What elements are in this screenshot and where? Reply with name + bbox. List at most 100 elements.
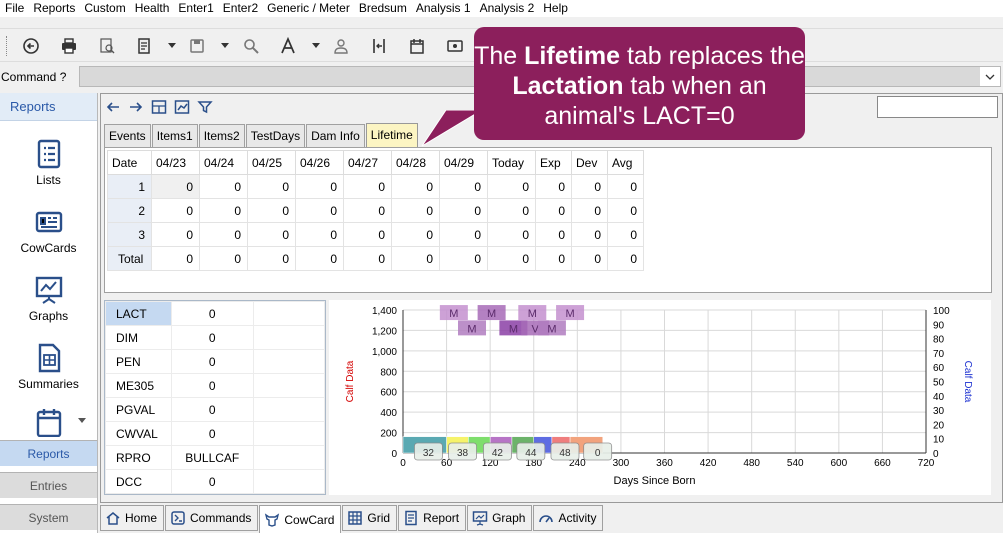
- tab-items1[interactable]: Items1: [151, 124, 198, 147]
- chart-icon[interactable]: [173, 98, 191, 116]
- table-cell[interactable]: 0: [571, 198, 608, 223]
- command-dropdown-button[interactable]: [980, 67, 1000, 86]
- table-cell[interactable]: 0: [343, 174, 392, 199]
- table-cell[interactable]: 0: [487, 222, 536, 247]
- table-cell[interactable]: 0: [439, 222, 488, 247]
- info-key[interactable]: LACT: [105, 301, 172, 326]
- column-resize-icon[interactable]: [368, 36, 390, 56]
- table-cell[interactable]: 0: [535, 246, 572, 271]
- table-cell[interactable]: 0: [247, 222, 296, 247]
- menu-enter2[interactable]: Enter2: [218, 0, 262, 17]
- table-cell[interactable]: 0: [343, 246, 392, 271]
- tab-dam-info[interactable]: Dam Info: [306, 124, 365, 147]
- printer-icon[interactable]: [58, 36, 80, 56]
- table-cell[interactable]: 0: [439, 174, 488, 199]
- menu-reports[interactable]: Reports: [28, 0, 79, 17]
- tab-commands[interactable]: Commands: [165, 505, 259, 531]
- column-header[interactable]: Dev: [571, 150, 608, 175]
- table-cell[interactable]: 0: [607, 198, 644, 223]
- table-cell[interactable]: 0: [391, 198, 440, 223]
- filter-icon[interactable]: [196, 98, 214, 116]
- row-header[interactable]: 2: [107, 198, 152, 223]
- menu-generic-meter[interactable]: Generic / Meter: [262, 0, 354, 17]
- table-cell[interactable]: 0: [295, 246, 344, 271]
- info-key[interactable]: DIM: [105, 325, 172, 350]
- card-icon[interactable]: [444, 36, 466, 56]
- menu-enter1[interactable]: Enter1: [173, 0, 217, 17]
- info-key[interactable]: CWVAL: [105, 421, 172, 446]
- magnifier-icon[interactable]: [240, 36, 262, 56]
- person-icon[interactable]: [330, 36, 352, 56]
- report-book-icon[interactable]: [133, 36, 155, 56]
- print-preview-icon[interactable]: [96, 36, 118, 56]
- table-cell[interactable]: 0: [439, 246, 488, 271]
- calendar-icon[interactable]: [406, 36, 428, 56]
- table-cell[interactable]: 0: [487, 174, 536, 199]
- menu-analysis-2[interactable]: Analysis 2: [475, 0, 539, 17]
- info-key[interactable]: ME305: [105, 373, 172, 398]
- table-cell[interactable]: 0: [151, 198, 200, 223]
- table-cell[interactable]: 0: [391, 174, 440, 199]
- menu-health[interactable]: Health: [130, 0, 174, 17]
- sidebar-tool-graphs[interactable]: Graphs: [0, 275, 97, 323]
- table-cell[interactable]: 0: [535, 174, 572, 199]
- font-icon[interactable]: [277, 36, 299, 56]
- back-circle-icon[interactable]: [20, 36, 42, 56]
- menu-analysis-1[interactable]: Analysis 1: [411, 0, 475, 17]
- table-cell[interactable]: 0: [571, 222, 608, 247]
- column-header[interactable]: 04/26: [295, 150, 344, 175]
- info-key[interactable]: DCC: [105, 469, 172, 494]
- table-cell[interactable]: 0: [247, 246, 296, 271]
- menu-help[interactable]: Help: [538, 0, 572, 17]
- column-header[interactable]: 04/27: [343, 150, 392, 175]
- table-cell[interactable]: 0: [535, 198, 572, 223]
- panel-button-entries[interactable]: Entries: [0, 472, 97, 498]
- table-cell[interactable]: 0: [571, 246, 608, 271]
- table-cell[interactable]: 0: [199, 198, 248, 223]
- info-key[interactable]: RPRO: [105, 445, 172, 470]
- table-cell[interactable]: 0: [151, 174, 200, 199]
- toolbar-grip[interactable]: [6, 36, 9, 56]
- table-cell[interactable]: 0: [151, 222, 200, 247]
- column-header[interactable]: 04/28: [391, 150, 440, 175]
- table-cell[interactable]: 0: [199, 174, 248, 199]
- sidebar-scroll-down-icon[interactable]: [78, 418, 86, 423]
- column-header[interactable]: Exp: [535, 150, 572, 175]
- tab-grid[interactable]: Grid: [342, 505, 398, 531]
- column-header[interactable]: 04/25: [247, 150, 296, 175]
- layout-icon[interactable]: [150, 98, 168, 116]
- info-key[interactable]: PGVAL: [105, 397, 172, 422]
- table-cell[interactable]: 0: [487, 198, 536, 223]
- font-dropdown-icon[interactable]: [312, 43, 320, 48]
- tab-testdays[interactable]: TestDays: [245, 124, 306, 147]
- table-cell[interactable]: 0: [151, 246, 200, 271]
- column-header[interactable]: 04/24: [199, 150, 248, 175]
- table-cell[interactable]: 0: [607, 174, 644, 199]
- save-icon[interactable]: [186, 36, 208, 56]
- menu-custom[interactable]: Custom: [79, 0, 129, 17]
- column-header[interactable]: Today: [487, 150, 536, 175]
- table-cell[interactable]: 0: [607, 246, 644, 271]
- menu-file[interactable]: File: [0, 0, 28, 17]
- arrow-left-icon[interactable]: [104, 98, 122, 116]
- table-cell[interactable]: 0: [295, 198, 344, 223]
- table-cell[interactable]: 0: [439, 198, 488, 223]
- column-header[interactable]: 04/29: [439, 150, 488, 175]
- tab-activity[interactable]: Activity: [533, 505, 604, 531]
- table-cell[interactable]: 0: [343, 198, 392, 223]
- tab-graph[interactable]: Graph: [467, 505, 533, 531]
- table-cell[interactable]: 0: [391, 246, 440, 271]
- sidebar-tool-summaries[interactable]: Summaries: [0, 343, 97, 391]
- column-header[interactable]: Date: [107, 150, 152, 175]
- search-input[interactable]: [877, 96, 998, 118]
- table-cell[interactable]: 0: [247, 198, 296, 223]
- panel-button-reports[interactable]: Reports: [0, 440, 97, 466]
- tab-home[interactable]: Home: [100, 505, 165, 531]
- table-cell[interactable]: 0: [391, 222, 440, 247]
- column-header[interactable]: 04/23: [151, 150, 200, 175]
- table-cell[interactable]: 0: [571, 174, 608, 199]
- panel-button-system[interactable]: System: [0, 504, 97, 530]
- row-header[interactable]: Total: [107, 246, 152, 271]
- report-dropdown-icon[interactable]: [168, 43, 176, 48]
- sidebar-tool-lists[interactable]: Lists: [0, 139, 97, 187]
